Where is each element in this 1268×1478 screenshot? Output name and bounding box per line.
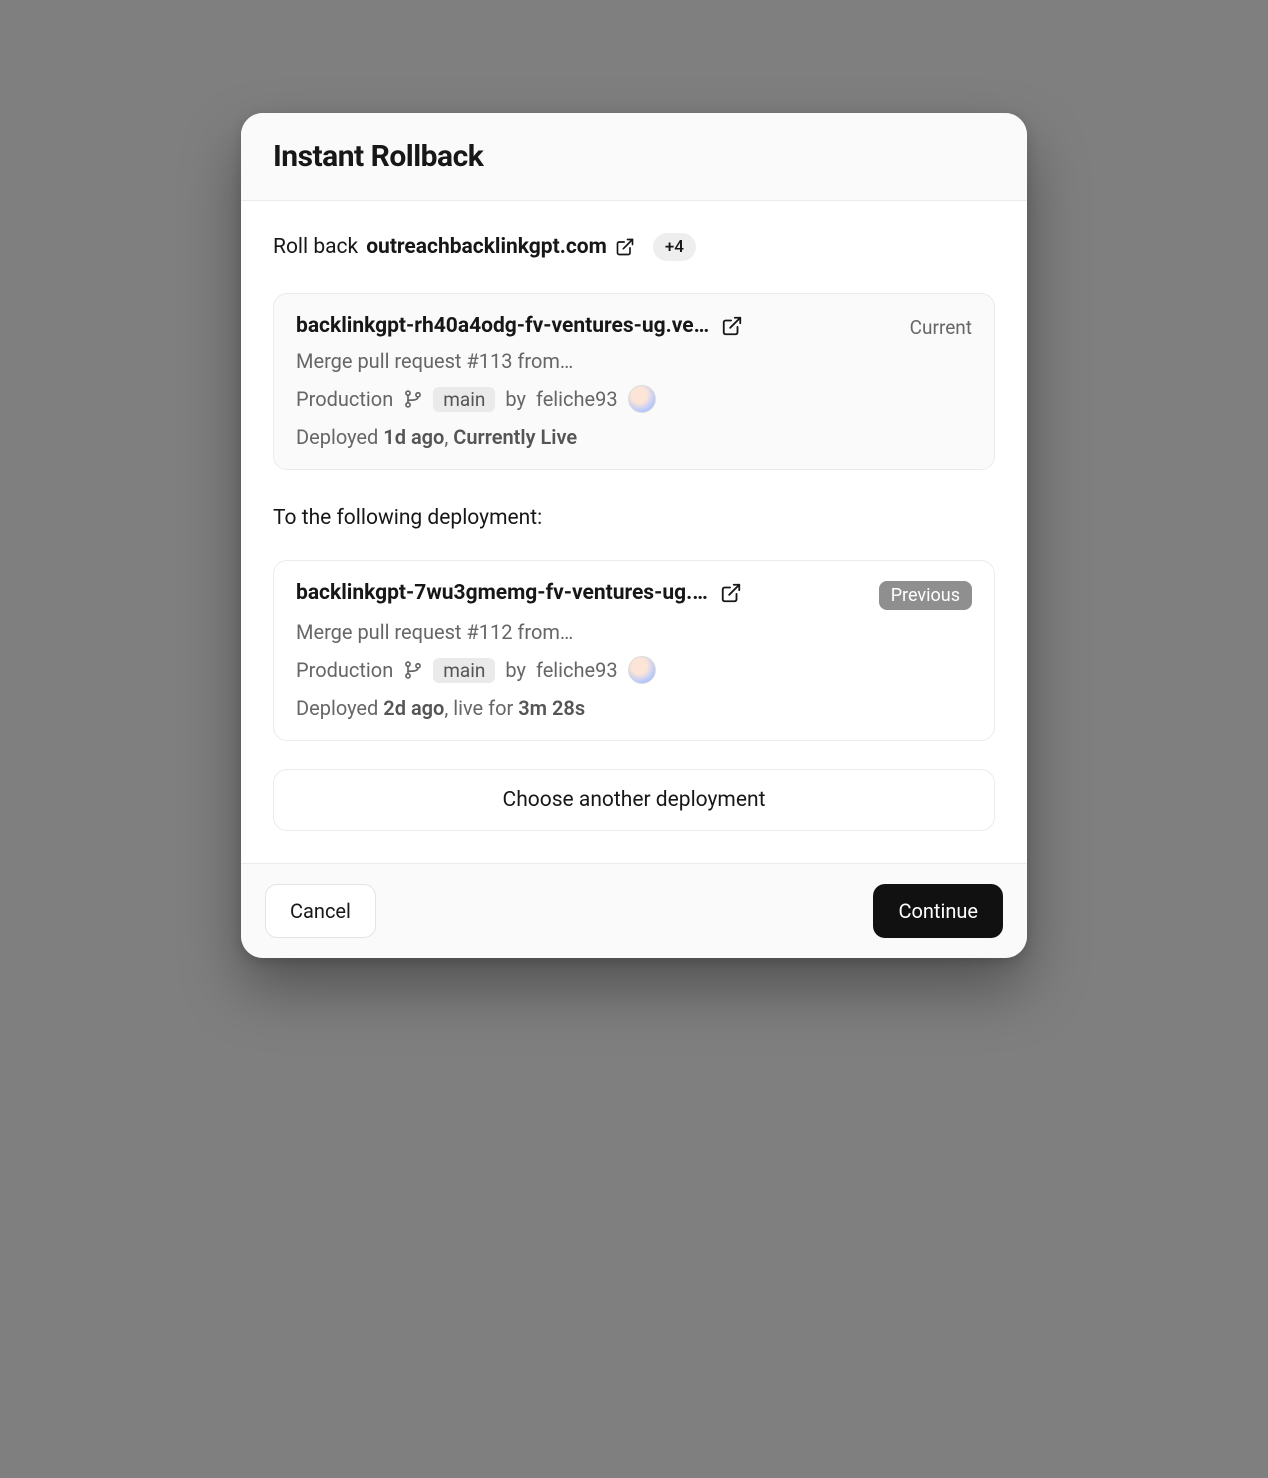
deployed-prefix: Deployed [296,425,378,449]
current-deployment-card: backlinkgpt-rh40a4odg-fv-ventures-ug.ve…… [273,293,995,470]
modal-title: Instant Rollback [273,139,995,174]
rollback-domain-link[interactable]: outreachbacklinkgpt.com [366,235,635,259]
current-deployment-url: backlinkgpt-rh40a4odg-fv-ventures-ug.ve… [296,314,709,338]
previous-status-pill: Previous [879,581,972,610]
git-branch-icon [403,389,423,409]
current-live-text: Currently Live [453,425,577,449]
external-link-icon [615,237,635,257]
current-status-label: Current [910,314,972,339]
current-meta-row: Production main by feliche93 [296,385,972,413]
rollback-prefix: Roll back [273,235,358,259]
current-suffix: , [444,425,453,449]
previous-branch-chip[interactable]: main [433,658,495,683]
previous-meta-row: Production main by feliche93 [296,656,972,684]
more-domains-badge[interactable]: +4 [653,233,696,261]
modal-header: Instant Rollback [241,113,1027,201]
previous-commit-message: Merge pull request #112 from… [296,620,972,644]
previous-deployment-card: backlinkgpt-7wu3gmemg-fv-ventures-ug.… P… [273,560,995,741]
by-prefix: by [505,387,526,411]
rollback-domain-text: outreachbacklinkgpt.com [366,235,607,259]
continue-button[interactable]: Continue [873,884,1003,938]
previous-age: 2d ago [383,696,444,720]
current-commit-message: Merge pull request #113 from… [296,349,972,373]
previous-deployed-line: Deployed 2d ago, live for 3m 28s [296,696,972,720]
previous-live-text: 3m 28s [518,696,585,720]
deployed-prefix: Deployed [296,696,378,720]
choose-another-deployment-button[interactable]: Choose another deployment [273,769,995,831]
previous-env: Production [296,658,393,682]
current-deployed-line: Deployed 1d ago, Currently Live [296,425,972,449]
current-env: Production [296,387,393,411]
by-prefix: by [505,658,526,682]
current-age: 1d ago [383,425,444,449]
previous-suffix: , live for [444,696,518,720]
rollback-target-line: Roll back outreachbacklinkgpt.com +4 [273,233,995,261]
modal-footer: Cancel Continue [241,863,1027,958]
previous-deployment-url: backlinkgpt-7wu3gmemg-fv-ventures-ug.… [296,581,708,605]
to-deployment-label: To the following deployment: [273,506,995,530]
cancel-button[interactable]: Cancel [265,884,376,938]
external-link-icon[interactable] [720,582,742,604]
avatar [628,656,656,684]
git-branch-icon [403,660,423,680]
current-author: feliche93 [536,387,618,411]
external-link-icon[interactable] [721,315,743,337]
modal-body: Roll back outreachbacklinkgpt.com +4 bac… [241,201,1027,863]
current-branch-chip[interactable]: main [433,387,495,412]
avatar [628,385,656,413]
previous-author: feliche93 [536,658,618,682]
instant-rollback-modal: Instant Rollback Roll back outreachbackl… [241,113,1027,958]
